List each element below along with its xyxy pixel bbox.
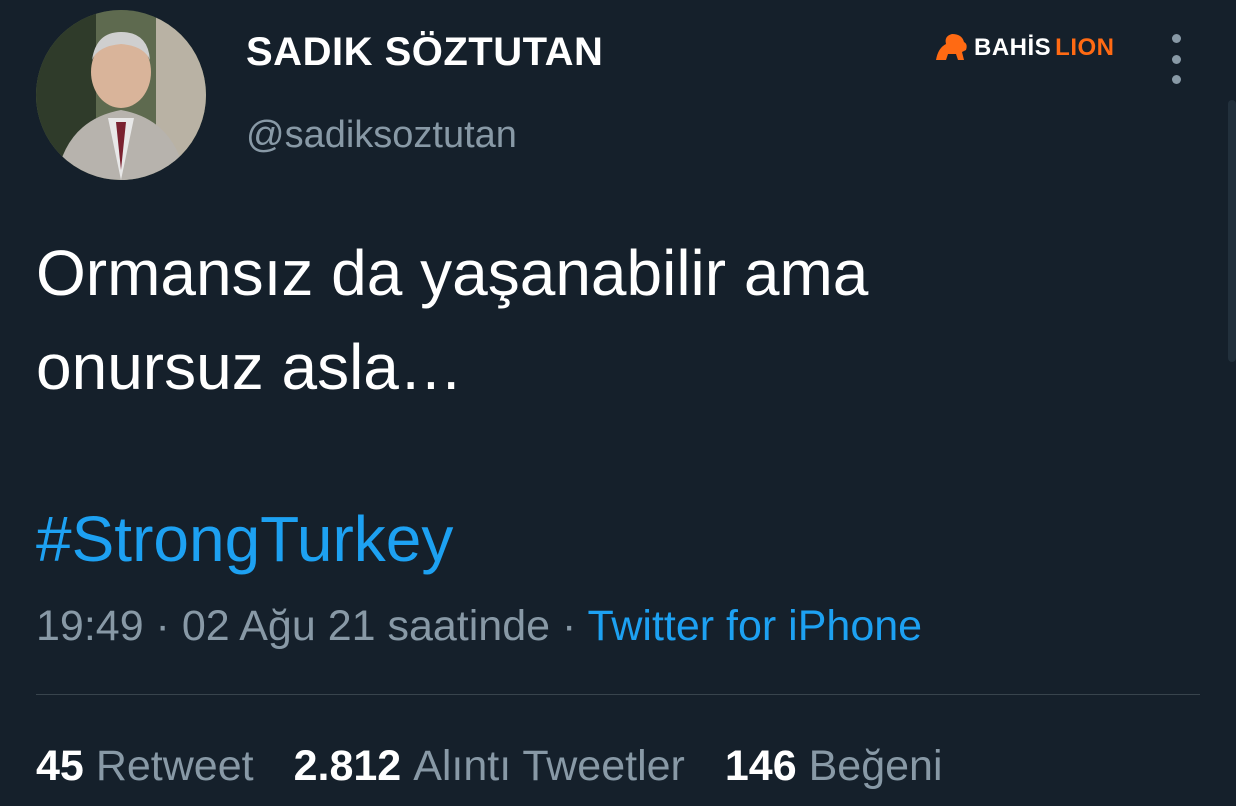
- watermark-text-part1: BAHİS: [974, 34, 1052, 61]
- tweet-source-link[interactable]: Twitter for iPhone: [587, 602, 922, 650]
- tweet-meta: 19:49 · 02 Ağu 21 saatinde · Twitter for…: [36, 602, 922, 651]
- tweet-date[interactable]: 02 Ağu 21 saatinde: [182, 602, 550, 650]
- stat-label: Beğeni: [808, 742, 943, 790]
- quote-tweets-count[interactable]: 2.812 Alıntı Tweetler: [294, 742, 685, 791]
- tweet-stats: 45 Retweet 2.812 Alıntı Tweetler 146 Beğeni: [36, 742, 943, 791]
- retweet-count[interactable]: 45 Retweet: [36, 742, 254, 791]
- tweet-text: Ormansız da yaşanabilir ama onursuz asla…: [36, 226, 1136, 414]
- author-handle[interactable]: @sadiksoztutan: [246, 114, 517, 157]
- more-options-icon[interactable]: [1162, 34, 1190, 84]
- stat-label: Alıntı Tweetler: [413, 742, 685, 790]
- likes-count[interactable]: 146 Beğeni: [725, 742, 943, 791]
- stat-number: 146: [724, 742, 797, 790]
- scrollbar[interactable]: [1228, 100, 1236, 362]
- tweet-text-line: onursuz asla…: [36, 331, 463, 403]
- tweet-text-line: Ormansız da yaşanabilir ama: [36, 237, 869, 309]
- stat-label: Retweet: [95, 742, 254, 790]
- tweet-time[interactable]: 19:49: [36, 602, 144, 650]
- meta-separator: ·: [550, 602, 588, 650]
- watermark-text-part2: LION: [1055, 34, 1115, 61]
- hashtag-link[interactable]: #StrongTurkey: [36, 502, 453, 576]
- stat-number: 2.812: [293, 742, 402, 790]
- author-display-name[interactable]: SADIK SÖZTUTAN: [246, 30, 603, 75]
- divider: [36, 694, 1200, 695]
- stat-number: 45: [36, 742, 84, 790]
- lion-icon: [936, 34, 967, 60]
- meta-separator: ·: [143, 602, 182, 650]
- watermark-logo: BAHİS LION: [932, 30, 1115, 66]
- author-avatar[interactable]: [36, 10, 206, 180]
- avatar-photo: [36, 10, 206, 180]
